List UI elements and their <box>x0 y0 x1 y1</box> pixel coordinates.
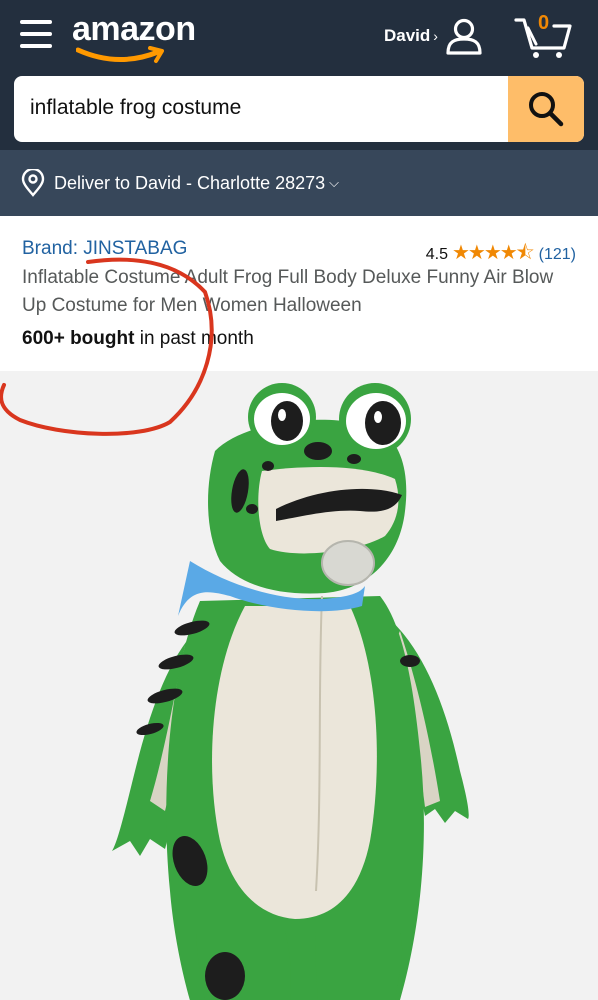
bought-count: 600+ bought <box>22 328 135 349</box>
top-navigation-bar: amazon David › 0 inflatable frog costume <box>0 0 598 150</box>
logo-text: amazon <box>72 10 196 48</box>
cart-count: 0 <box>538 12 550 34</box>
rating-count[interactable]: (121) <box>539 246 576 264</box>
chevron-down-icon: ⌵ <box>329 175 339 190</box>
amazon-logo[interactable]: amazon <box>72 10 197 66</box>
brand-link[interactable]: Brand: JINSTABAG <box>22 238 187 260</box>
location-pin-icon <box>21 169 45 197</box>
account-name: David <box>384 26 431 45</box>
rating-value: 4.5 <box>425 246 448 263</box>
product-title[interactable]: Inflatable Costume Adult Frog Full Body … <box>22 264 582 320</box>
delivery-location-bar[interactable]: Deliver to David - Charlotte 28273 ⌵ <box>0 150 598 216</box>
menu-icon[interactable] <box>20 20 52 48</box>
search-bar[interactable]: inflatable frog costume <box>14 76 584 142</box>
cart-button[interactable]: 0 <box>514 10 574 60</box>
search-input[interactable]: inflatable frog costume <box>30 96 241 120</box>
product-info: Brand: JINSTABAG 4.5 ★★★★⯪ (121) Inflata… <box>0 216 598 371</box>
person-icon <box>446 18 482 55</box>
frog-costume-image <box>112 383 469 1000</box>
smile-arrow-icon <box>76 46 164 63</box>
bought-in-past-month: 600+ bought in past month <box>22 328 254 350</box>
account-button[interactable]: David › <box>384 16 484 56</box>
search-icon <box>529 92 564 127</box>
product-image[interactable] <box>0 371 598 1000</box>
search-button[interactable] <box>508 76 584 142</box>
chevron-right-icon: › <box>433 28 438 44</box>
delivery-text: Deliver to David - Charlotte 28273 <box>54 172 326 193</box>
bought-period: in past month <box>134 328 254 349</box>
